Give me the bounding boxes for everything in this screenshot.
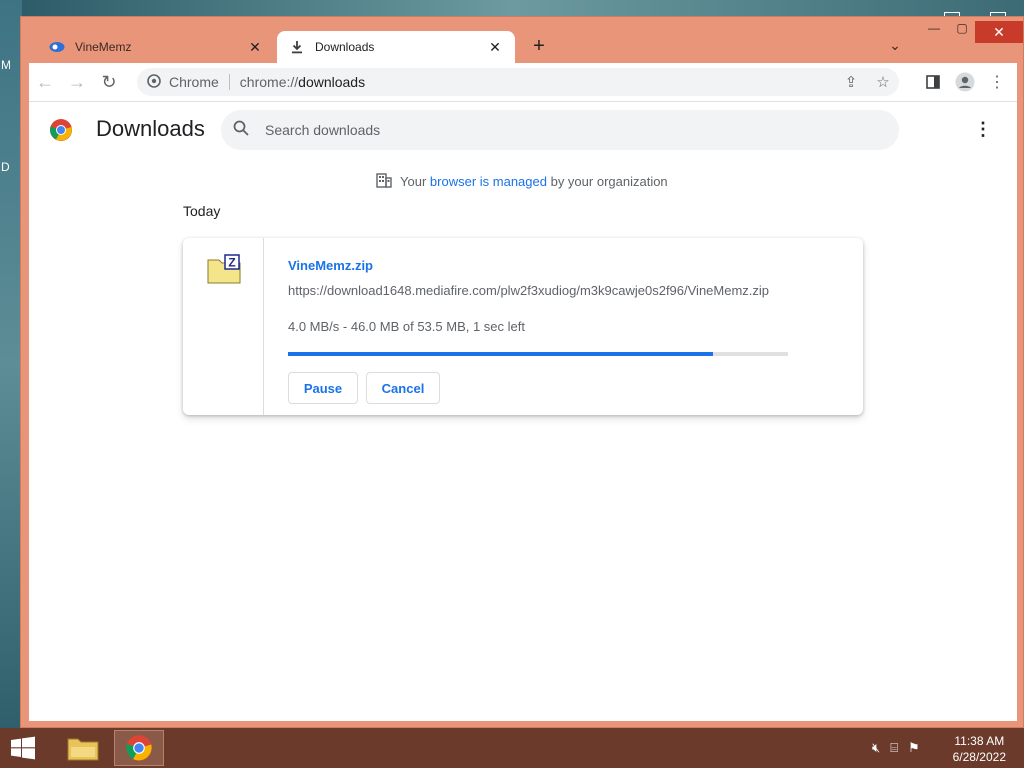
building-icon [376,172,392,191]
volume-muted-icon[interactable]: 🔇︎ [872,740,880,756]
window-close-button[interactable]: ✕ [975,21,1023,43]
svg-text:Z: Z [228,256,235,270]
source-url[interactable]: https://download1648.mediafire.com/plw2f… [288,283,769,298]
maximize-button[interactable]: ▢ [947,21,977,43]
address-bar[interactable]: Chrome chrome://downloads ⇪ ☆ [137,68,899,96]
date-section-label: Today [183,203,221,219]
forward-button[interactable]: → [61,66,93,98]
browser-toolbar: ← → ↻ Chrome chrome://downloads ⇪ ☆ ⋮ [29,63,1017,101]
download-status: 4.0 MB/s - 46.0 MB of 53.5 MB, 1 sec lef… [288,319,525,334]
desktop-icon-glyph: D [1,160,10,174]
minimize-button[interactable]: — [919,21,949,43]
file-name-link[interactable]: VineMemz.zip [288,258,373,273]
network-icon[interactable]: ⌸ [890,740,898,756]
tab-strip: VineMemz ✕ Downloads ✕ + ⌄ — ▢ ✕ [21,17,1023,63]
desktop-wallpaper-left: M D [0,0,22,728]
side-panel-icon[interactable] [917,66,949,98]
download-progress-bar [288,352,788,356]
chrome-logo-icon [50,119,72,141]
system-tray: 🔇︎ ⌸ ⚑ [872,740,920,756]
folder-icon [67,738,99,761]
chrome-site-icon [147,73,161,91]
tab-search-chevron-down-icon[interactable]: ⌄ [885,37,905,57]
omnibox-actions: ⇪ ☆ [835,68,899,96]
reload-button[interactable]: ↻ [93,66,125,98]
bookmark-star-icon[interactable]: ☆ [867,73,899,91]
windows-taskbar: 🔇︎ ⌸ ⚑ 11:38 AM 6/28/2022 [0,728,1024,768]
desktop-icon-glyph: M [1,58,11,72]
zip-file-icon: Z [207,254,241,284]
managed-link[interactable]: browser is managed [430,174,547,189]
search-downloads-bar[interactable] [221,110,899,150]
browser-window: VineMemz ✕ Downloads ✕ + ⌄ — ▢ ✕ ← → ↻ C… [20,16,1024,728]
back-button[interactable]: ← [29,66,61,98]
vinememz-favicon-icon [49,39,65,55]
chrome-menu-icon[interactable]: ⋮ [981,66,1013,98]
share-icon[interactable]: ⇪ [835,73,867,91]
managed-notice: Your browser is managed by your organiza… [376,172,668,191]
tab-vinememz[interactable]: VineMemz ✕ [37,31,275,63]
chrome-icon [126,735,152,761]
managed-suffix: by your organization [550,174,668,189]
clock-time: 11:38 AM [954,734,1005,748]
divider [228,74,230,90]
taskbar-clock[interactable]: 11:38 AM 6/28/2022 [953,733,1006,765]
url-scheme: chrome:// [239,74,299,90]
file-icon-column: Z [183,238,264,415]
tab-title: Downloads [315,40,375,54]
download-icon [289,39,305,55]
profile-avatar-icon[interactable] [949,66,981,98]
url-path: downloads [298,74,366,90]
download-item-card: Z VineMemz.zip https://download1648.medi… [183,238,863,415]
cancel-button[interactable]: Cancel [366,372,440,404]
clock-date: 6/28/2022 [952,750,1006,764]
toolbar-actions: ⋮ [917,66,1013,98]
search-input[interactable] [265,122,865,138]
managed-prefix: Your [400,174,427,189]
tab-downloads[interactable]: Downloads ✕ [277,31,515,63]
tab-title: VineMemz [75,40,132,54]
close-icon[interactable]: ✕ [487,39,503,56]
downloads-page: Downloads ⋮ Your browser is managed by y… [29,101,1017,721]
new-tab-button[interactable]: + [527,35,551,59]
action-center-flag-icon[interactable]: ⚑ [908,740,920,756]
chrome-taskbar-button[interactable] [114,730,164,766]
file-explorer-taskbar-button[interactable] [58,730,108,766]
windows-start-icon[interactable] [8,736,38,760]
search-icon [233,120,253,141]
page-title: Downloads [96,116,205,141]
more-actions-menu-icon[interactable]: ⋮ [973,120,993,140]
downloads-header: Downloads ⋮ [29,102,1017,158]
pause-button[interactable]: Pause [288,372,358,404]
url-text: chrome://downloads [240,74,365,90]
close-icon[interactable]: ✕ [247,39,263,56]
site-label: Chrome [169,74,219,90]
progress-fill [288,352,713,356]
